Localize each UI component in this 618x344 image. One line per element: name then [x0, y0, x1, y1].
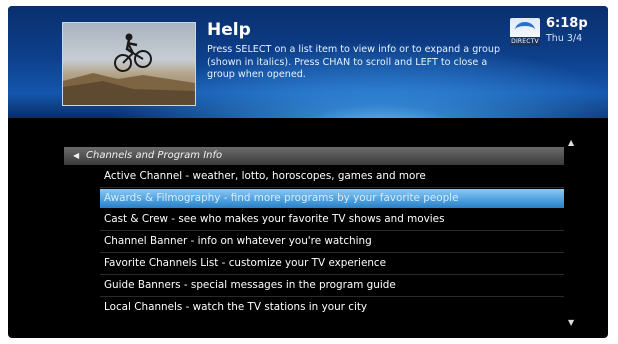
logo-text: DIRECTV [510, 37, 540, 46]
list-item-label: Favorite Channels List - customize your … [104, 257, 387, 269]
list-item-label: Cast & Crew - see who makes your favorit… [104, 213, 445, 225]
logo-arc [515, 22, 535, 38]
divider [100, 296, 564, 297]
divider [100, 230, 564, 231]
divider [100, 274, 564, 275]
help-header: Help Press SELECT on a list item to view… [8, 6, 608, 118]
page-title: Help [207, 20, 251, 40]
list-item-label: Active Channel - weather, lotto, horosco… [104, 170, 426, 182]
divider [100, 187, 564, 188]
list-item-label: Awards & Filmography - find more program… [104, 192, 459, 204]
help-topics-list[interactable]: ▲ ◀ Channels and Program Info Active Cha… [60, 118, 578, 330]
directv-logo-icon: DIRECTV [510, 18, 540, 46]
divider [100, 252, 564, 253]
list-item-label: Guide Banners - special messages in the … [104, 279, 396, 291]
list-item[interactable]: Guide Banners - special messages in the … [100, 276, 564, 295]
group-header-channels-program-info[interactable]: ◀ Channels and Program Info [64, 147, 564, 165]
list-item-selected[interactable]: Awards & Filmography - find more program… [100, 189, 564, 208]
list-item-label: Local Channels - watch the TV stations i… [104, 301, 368, 313]
collapse-arrow-icon: ◀ [73, 151, 80, 160]
scroll-up-arrow-icon[interactable]: ▲ [568, 138, 574, 147]
clock-date: Thu 3/4 [546, 33, 583, 44]
tv-screen: Help Press SELECT on a list item to view… [8, 6, 608, 338]
list-item-label: Channel Banner - info on whatever you're… [104, 235, 372, 247]
list-item[interactable]: Local Channels - watch the TV stations i… [100, 298, 564, 317]
bmx-rider-photo-icon [63, 33, 195, 105]
list-item[interactable]: Active Channel - weather, lotto, horosco… [100, 167, 564, 186]
list-item[interactable]: Favorite Channels List - customize your … [100, 254, 564, 273]
help-thumbnail-image [62, 22, 196, 106]
clock-time: 6:18p [546, 16, 588, 31]
help-description: Press SELECT on a list item to view info… [207, 44, 501, 81]
list-item[interactable]: Cast & Crew - see who makes your favorit… [100, 210, 564, 229]
scroll-down-arrow-icon[interactable]: ▼ [568, 318, 574, 327]
group-label: Channels and Program Info [86, 150, 223, 161]
list-item[interactable]: Channel Banner - info on whatever you're… [100, 232, 564, 251]
